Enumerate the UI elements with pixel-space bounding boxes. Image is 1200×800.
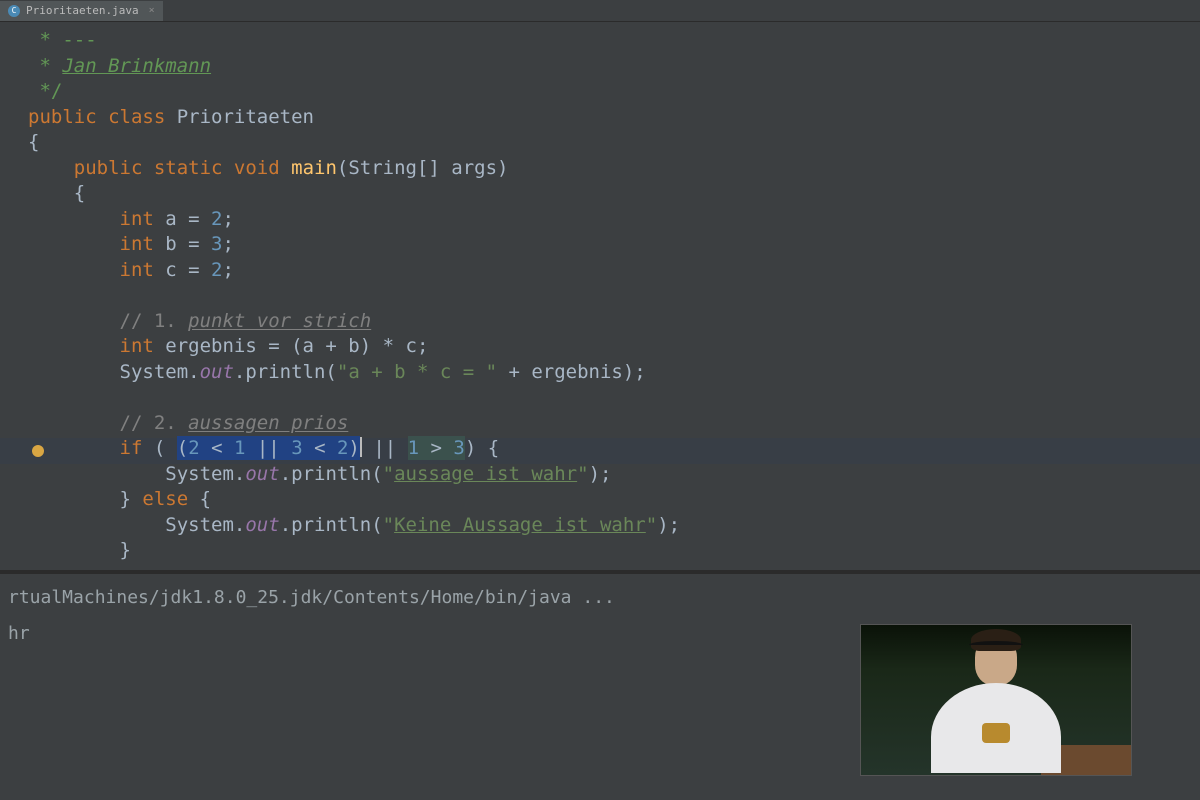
class-name: Prioritaeten (177, 106, 314, 128)
javadoc-line: * --- (28, 29, 97, 51)
tab-bar: C Prioritaeten.java × (0, 0, 1200, 22)
code-editor[interactable]: * --- * Jan Brinkmann */ public class Pr… (0, 22, 1200, 570)
console-line: rtualMachines/jdk1.8.0_25.jdk/Contents/H… (8, 584, 1192, 612)
selection: (2 < 1 || 3 < 2) (177, 436, 360, 460)
java-class-icon: C (8, 5, 20, 17)
method-main: main (291, 157, 337, 179)
author-tag: Jan Brinkmann (62, 55, 211, 77)
file-tab[interactable]: C Prioritaeten.java × (0, 1, 163, 21)
if-statement-line: if ( (2 < 1 || 3 < 2) || 1 > 3) { (28, 436, 1200, 462)
webcam-overlay (860, 624, 1132, 776)
close-icon[interactable]: × (149, 5, 155, 16)
tab-filename: Prioritaeten.java (26, 4, 139, 17)
